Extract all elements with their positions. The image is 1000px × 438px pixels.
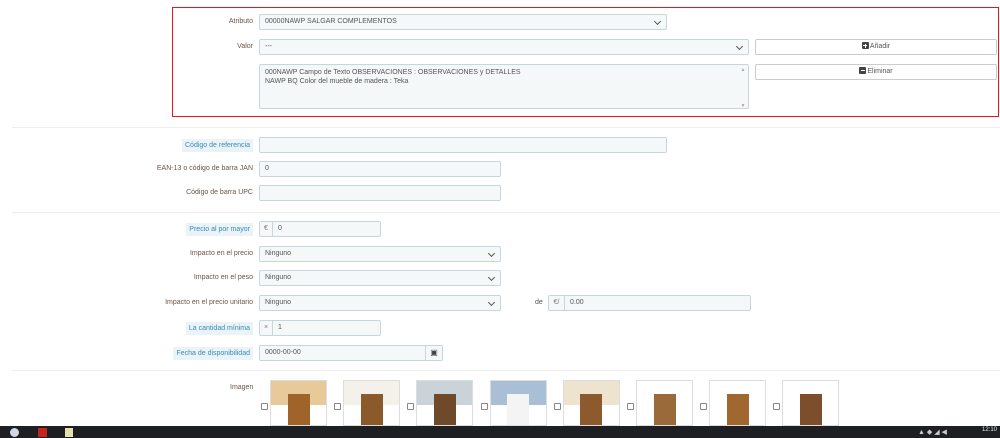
furniture-picture [726,394,749,425]
image-checkbox[interactable] [627,403,634,410]
atributo-value: 00000NAWP SALGAR COMPLEMENTOS [265,18,397,25]
furniture-picture [360,394,383,425]
furniture-picture [433,394,456,425]
divider [12,212,1000,213]
product-image-thumbnail[interactable] [636,380,693,426]
times-addon: × [260,321,273,335]
tray-icons[interactable]: ▲ ◆ ◢ ◀ [918,428,947,436]
weight-impact-label: Impacto en el peso [193,274,253,281]
image-checkbox[interactable] [553,403,561,410]
min-qty-value: 1 [278,324,282,331]
calendar-icon[interactable]: ▣ [425,346,442,360]
price-impact-value: Ninguno [265,250,292,257]
reference-input[interactable] [259,137,667,153]
currency-addon: € [260,222,273,236]
ean-label: EAN-13 o código de barra JAN [156,165,253,172]
wholesale-label: Precio al por mayor [186,222,253,236]
scrollbar[interactable]: ▲ ▼ [739,66,747,109]
image-label: Imagen [230,384,254,391]
product-image-thumbnail[interactable] [709,380,767,426]
furniture-picture [287,394,310,425]
combination-item[interactable]: 000NAWP Campo de Texto OBSERVACIONES : O… [265,68,748,77]
min-qty-label: La cantidad mínima [185,321,253,335]
upc-label: Código de barra UPC [186,189,253,196]
availability-value: 0000-00-00 [265,349,301,356]
unit-currency-addon: €/ [549,296,565,310]
product-image-thumbnail[interactable] [489,380,547,426]
start-icon[interactable] [10,428,19,437]
furniture-picture [653,394,676,425]
unit-impact-label: Impacto en el precio unitario [165,299,253,306]
price-impact-select[interactable]: Ninguno [259,246,501,262]
delete-button-label: Eliminar [867,68,893,75]
unit-impact-value: Ninguno [265,299,292,306]
furniture-picture [799,394,822,425]
add-button-label: Añadir [869,43,891,50]
divider [12,127,1000,128]
image-checkbox[interactable] [700,403,708,410]
image-checkbox[interactable] [261,403,268,410]
image-checkbox[interactable] [773,403,781,410]
notepad-icon[interactable] [65,428,73,437]
reference-label: Código de referencia [182,138,253,152]
furniture-picture [580,394,603,425]
add-button[interactable]: Añadir [755,39,997,55]
plus-square-icon [861,42,869,49]
product-image-thumbnail[interactable] [343,380,401,426]
product-image-thumbnail[interactable] [270,380,327,426]
furniture-picture [507,394,530,425]
valor-label: Valor [237,43,253,50]
filezilla-icon[interactable] [38,428,47,437]
minus-square-icon [859,67,867,74]
taskbar: ▲ ◆ ◢ ◀ 12:10 [0,426,1000,438]
availability-label: Fecha de disponibilidad [173,346,253,360]
divider [12,370,1000,371]
valor-select[interactable]: --- [259,39,749,55]
atributo-select[interactable]: 00000NAWP SALGAR COMPLEMENTOS [259,14,667,30]
unit-price-input[interactable]: €/ 0.00 [548,295,751,311]
image-checkbox[interactable] [480,403,488,410]
clock[interactable]: 12:10 [982,427,997,433]
min-qty-input[interactable]: × 1 [259,320,381,336]
de-label: de [535,299,543,306]
availability-input[interactable]: 0000-00-00 ▣ [259,345,443,361]
unit-price-value: 0.00 [570,299,584,306]
product-image-thumbnail[interactable] [782,380,840,426]
unit-impact-select[interactable]: Ninguno [259,295,501,311]
weight-impact-value: Ninguno [265,274,292,281]
image-checkbox[interactable] [334,403,342,410]
wholesale-value: 0 [278,225,282,232]
image-checkbox[interactable] [407,403,415,410]
upc-input[interactable] [259,185,501,201]
atributo-label: Atributo [228,18,253,25]
delete-button[interactable]: Eliminar [755,64,997,80]
combination-item[interactable]: NAWP BQ Color del mueble de madera : Tek… [265,77,748,86]
valor-value: --- [265,43,272,50]
wholesale-input[interactable]: €0 [259,221,381,237]
ean-input[interactable]: 0 [259,161,501,177]
product-image-thumbnail[interactable] [416,380,474,426]
combination-list[interactable]: 000NAWP Campo de Texto OBSERVACIONES : O… [259,64,749,109]
weight-impact-select[interactable]: Ninguno [259,270,501,286]
price-impact-label: Impacto en el precio [189,250,253,257]
product-image-thumbnail[interactable] [562,380,620,426]
